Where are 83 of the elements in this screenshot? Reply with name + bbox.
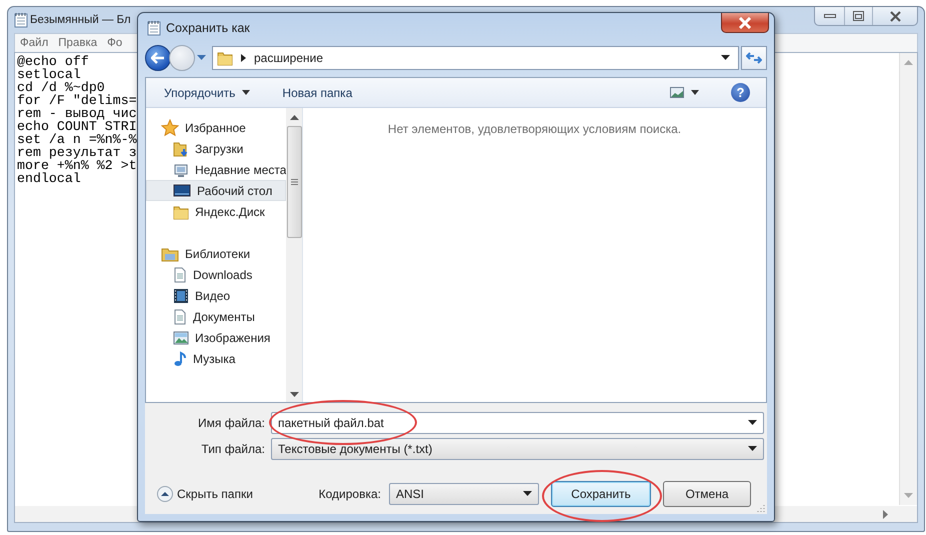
file-name-field[interactable]: пакетный файл.bat — [271, 412, 764, 434]
code-line: endlocal — [17, 172, 81, 185]
nav-item[interactable]: Downloads — [146, 264, 286, 285]
code-line: more +%n% %2 >t — [17, 159, 137, 172]
caret-icon — [691, 90, 699, 95]
scroll-down-icon — [904, 493, 913, 499]
view-icon — [670, 87, 684, 98]
collapse-icon — [157, 486, 173, 502]
dropdown-arrow-icon — [748, 420, 757, 426]
close-button[interactable] — [721, 13, 769, 33]
organize-button[interactable]: Упорядочить — [158, 82, 256, 102]
close-icon — [738, 16, 752, 28]
code-line: echo COUNT STRI — [17, 120, 137, 133]
hide-folders-button[interactable]: Скрыть папки — [157, 486, 253, 502]
code-line: for /F "delims= — [17, 94, 137, 107]
window-title: Безымянный — Бл — [30, 14, 131, 26]
document-icon — [173, 266, 187, 282]
code-line: rem результат з — [17, 146, 137, 159]
notepad-icon — [14, 12, 28, 28]
resize-grip-icon — [756, 503, 765, 512]
refresh-arrows-icon — [746, 51, 762, 65]
scroll-up-icon — [904, 59, 913, 65]
scroll-down-icon — [290, 392, 298, 398]
menu-item[interactable]: Фо — [102, 37, 128, 49]
nav-item[interactable]: Рабочий стол — [146, 180, 286, 201]
folder-icon — [217, 50, 233, 66]
folder-icon — [173, 204, 189, 220]
nav-item[interactable]: Изображения — [146, 327, 286, 348]
maximize-icon — [853, 11, 864, 21]
cancel-button[interactable]: Отмена — [663, 481, 751, 507]
dropdown-arrow-icon — [197, 55, 206, 61]
address-field[interactable]: расширение — [212, 46, 739, 70]
dialog-title: Сохранить как — [166, 21, 250, 35]
caret-icon — [242, 90, 250, 95]
code-line: set /a n =%n%-% — [17, 133, 137, 146]
nav-item[interactable]: Музыка — [146, 348, 286, 369]
back-button[interactable] — [145, 45, 171, 71]
scrollbar[interactable] — [899, 53, 917, 505]
close-icon — [890, 10, 900, 22]
menu-item[interactable]: Файл — [15, 37, 54, 49]
computer-icon — [173, 162, 189, 178]
folder-icon — [161, 246, 179, 262]
monitor-icon — [173, 184, 191, 198]
scrollbar[interactable] — [286, 108, 302, 402]
notepad-icon — [147, 20, 161, 36]
new-folder-button[interactable]: Новая папка — [276, 82, 358, 102]
nav-group[interactable]: Библиотеки — [146, 243, 286, 264]
file-type-dropdown[interactable]: Текстовые документы (*.txt) — [271, 438, 764, 460]
image-icon — [173, 330, 189, 344]
back-arrow-icon — [151, 52, 165, 64]
field-label: Тип файла: — [200, 442, 266, 456]
empty-message: Нет элементов, удовлетворяющих условиям поиска. — [388, 122, 682, 138]
star-icon — [161, 118, 179, 136]
dropdown-arrow-icon — [748, 446, 757, 452]
refresh-button[interactable] — [741, 46, 767, 70]
film-icon — [173, 288, 189, 304]
folder-icon — [173, 140, 189, 156]
dropdown-arrow-icon — [523, 491, 532, 497]
code-line: @echo off — [17, 55, 89, 68]
scroll-right-icon — [883, 510, 889, 518]
grip-icon — [290, 179, 298, 185]
scroll-thumb[interactable] — [286, 126, 302, 238]
nav-item[interactable]: Документы — [146, 306, 286, 327]
code-line: setlocal — [17, 68, 81, 81]
nav-item[interactable]: Загрузки — [146, 138, 286, 159]
encoding-dropdown[interactable]: ANSI — [389, 483, 539, 505]
code-line: cd /d %~dp0 — [17, 81, 105, 94]
menu-item[interactable]: Правка — [53, 37, 102, 49]
breadcrumb-item[interactable]: расширение — [254, 51, 324, 65]
minimize-icon — [824, 14, 836, 18]
code-line: rem - вывод чис — [17, 107, 137, 120]
field-label: Кодировка: — [318, 487, 381, 501]
field-label: Имя файла: — [197, 416, 266, 430]
breadcrumb-arrow-icon — [241, 54, 246, 62]
nav-item[interactable]: Видео — [146, 285, 286, 306]
nav-item[interactable]: Яндекс.Диск — [146, 201, 286, 222]
save-button[interactable]: Сохранить — [551, 481, 651, 507]
document-icon — [173, 308, 187, 324]
help-button[interactable]: ? — [725, 80, 756, 105]
nav-group[interactable]: Избранное — [146, 117, 286, 138]
music-note-icon — [173, 350, 187, 366]
dropdown-arrow-icon — [721, 55, 730, 61]
scroll-up-icon — [290, 114, 298, 120]
